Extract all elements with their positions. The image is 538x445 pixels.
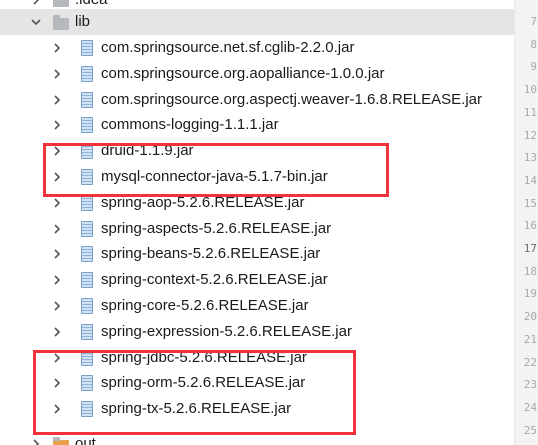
tree-row-jar[interactable]: spring-context-5.2.6.RELEASE.jar	[0, 267, 514, 293]
chevron-right-icon[interactable]	[52, 327, 62, 337]
tree-row-jar[interactable]: spring-core-5.2.6.RELEASE.jar	[0, 293, 514, 319]
line-number: 14	[523, 173, 537, 187]
line-number: 9	[530, 60, 537, 74]
tree-row-jar[interactable]: com.springsource.org.aopalliance-1.0.0.j…	[0, 61, 514, 87]
line-number: 21	[523, 332, 537, 346]
tree-item-label: com.springsource.org.aopalliance-1.0.0.j…	[101, 64, 385, 82]
jar-icon	[81, 323, 93, 340]
jar-icon	[81, 40, 93, 56]
line-number: 12	[523, 128, 537, 142]
folder-icon	[53, 15, 69, 30]
chevron-right-icon[interactable]	[52, 275, 62, 285]
tree-item-label: spring-core-5.2.6.RELEASE.jar	[101, 297, 309, 314]
chevron-right-icon[interactable]	[52, 43, 62, 53]
chevron-right-icon[interactable]	[52, 249, 62, 259]
chevron-right-icon[interactable]	[52, 120, 62, 130]
chevron-right-icon[interactable]	[52, 69, 62, 79]
line-number: 24	[523, 400, 537, 414]
highlight-box	[43, 143, 389, 197]
line-number: 15	[523, 196, 537, 210]
tree-item-label: lib	[75, 13, 91, 30]
line-number: 11	[523, 105, 537, 119]
tree-row-jar[interactable]: com.springsource.net.sf.cglib-2.2.0.jar	[0, 35, 514, 61]
jar-icon	[81, 117, 93, 134]
line-number: 25	[523, 423, 537, 437]
jar-icon	[81, 220, 93, 237]
line-number: 20	[523, 310, 537, 324]
line-number: 19	[523, 287, 537, 301]
tree-item-label: out	[75, 435, 96, 445]
chevron-right-icon[interactable]	[52, 95, 62, 105]
tree-item-label: .idea	[75, 0, 108, 8]
line-number: 22	[523, 355, 537, 369]
folder-icon	[53, 437, 69, 445]
tree-row-jar[interactable]: spring-beans-5.2.6.RELEASE.jar	[0, 241, 514, 267]
tree-item-label: com.springsource.org.aspectj.weaver-1.6.…	[101, 90, 483, 108]
line-number: 13	[523, 151, 537, 165]
line-number: 17	[523, 242, 537, 255]
tree-item-label: spring-beans-5.2.6.RELEASE.jar	[101, 245, 321, 263]
tree-row-lib[interactable]: lib	[0, 9, 514, 35]
line-number: 16	[523, 219, 537, 233]
line-number: 7	[530, 15, 537, 28]
tree-row-jar[interactable]: commons-logging-1.1.1.jar	[0, 112, 514, 138]
chevron-right-icon[interactable]	[52, 198, 62, 208]
jar-icon	[81, 272, 93, 289]
highlight-box	[33, 350, 356, 435]
tree-item-label: spring-context-5.2.6.RELEASE.jar	[101, 271, 328, 289]
tree-item-label: spring-aspects-5.2.6.RELEASE.jar	[101, 219, 332, 237]
line-number: 10	[523, 83, 537, 97]
jar-icon	[81, 298, 93, 314]
line-number: 23	[523, 378, 537, 392]
project-tree: .idea lib com.springsource.net.sf.cglib-…	[0, 0, 514, 445]
tree-row-jar[interactable]: com.springsource.org.aspectj.weaver-1.6.…	[0, 87, 514, 113]
jar-icon	[81, 194, 93, 211]
line-number: 18	[523, 264, 537, 278]
editor-gutter: 7 8 9 10 11 12 13 14 15 16 17 18 19 20 21 22 23 24 25	[514, 0, 538, 445]
tree-row-jar[interactable]: spring-aspects-5.2.6.RELEASE.jar	[0, 216, 514, 242]
jar-icon	[81, 246, 93, 263]
line-number: 8	[530, 37, 537, 51]
tree-item-label: com.springsource.net.sf.cglib-2.2.0.jar	[101, 39, 355, 56]
chevron-right-icon[interactable]	[31, 0, 41, 5]
jar-icon	[81, 65, 93, 82]
chevron-right-icon[interactable]	[52, 224, 62, 234]
tree-item-label: spring-expression-5.2.6.RELEASE.jar	[101, 322, 352, 340]
jar-icon	[81, 91, 93, 108]
chevron-right-icon[interactable]	[31, 439, 41, 445]
tree-row-jar[interactable]: spring-expression-5.2.6.RELEASE.jar	[0, 319, 514, 345]
tree-item-label: commons-logging-1.1.1.jar	[101, 116, 279, 134]
folder-icon	[53, 0, 69, 7]
chevron-down-icon[interactable]	[31, 17, 41, 27]
chevron-right-icon[interactable]	[52, 301, 62, 311]
